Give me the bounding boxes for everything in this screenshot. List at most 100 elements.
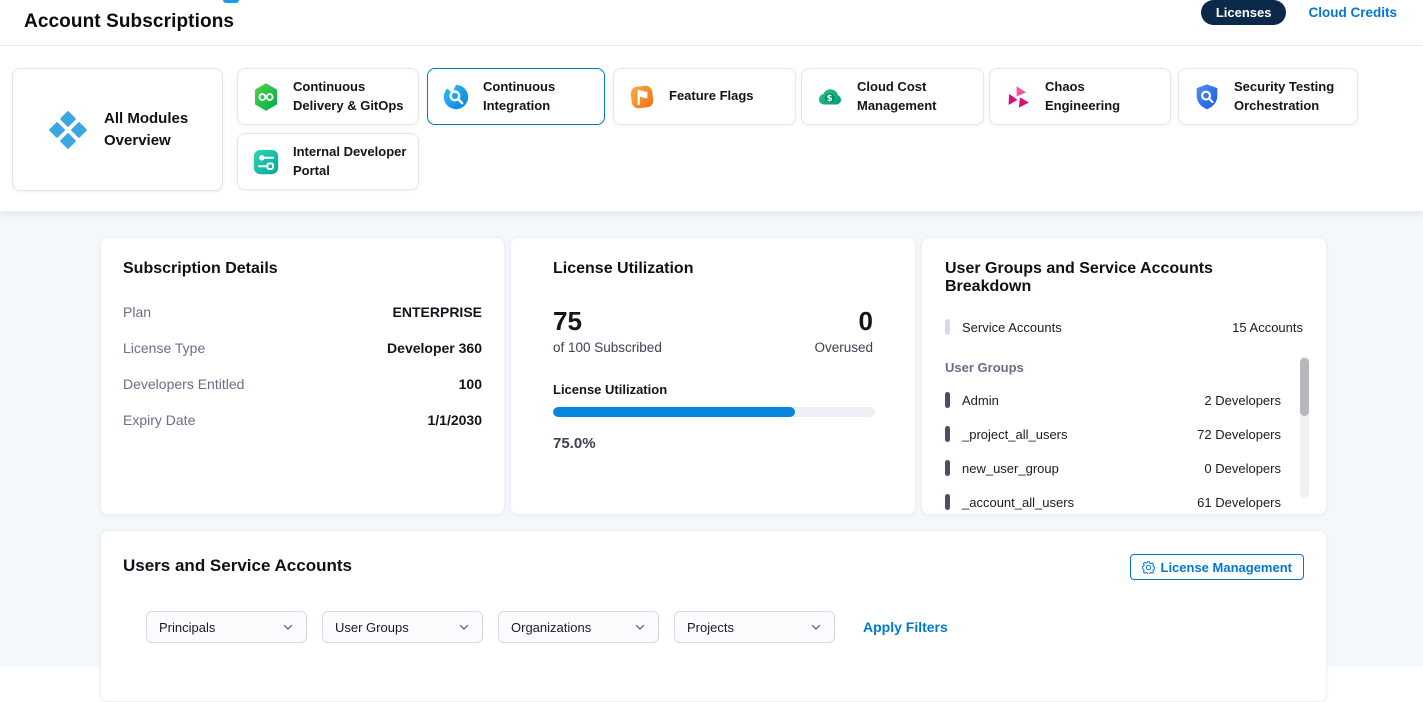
service-accounts-marker (945, 319, 950, 335)
chevron-down-icon (810, 621, 822, 633)
module-label: Security Testing Orchestration (1234, 78, 1347, 114)
module-label: Feature Flags (669, 87, 754, 105)
license-utilization-card: License Utilization 75 of 100 Subscribed… (510, 237, 916, 515)
dropdown-label: Principals (159, 620, 215, 635)
module-card-ci[interactable]: Continuous Integration (427, 68, 605, 125)
group-row: new_user_group 0 Developers (945, 459, 1303, 477)
user-groups-heading: User Groups (945, 360, 1303, 375)
module-card-ccm[interactable]: $ Cloud Cost Management (801, 68, 984, 125)
detail-value: 1/1/2030 (428, 410, 483, 430)
main-content: Subscription Details Plan ENTERPRISE Lic… (0, 212, 1423, 666)
dropdown-label: User Groups (335, 620, 409, 635)
service-accounts-row: Service Accounts 15 Accounts (945, 318, 1303, 336)
module-card-sto[interactable]: Security Testing Orchestration (1178, 68, 1358, 125)
header-tabs: Licenses Cloud Credits (1201, 0, 1397, 24)
projects-dropdown[interactable]: Projects (674, 611, 835, 643)
detail-label: Developers Entitled (123, 374, 244, 394)
users-section-title: Users and Service Accounts (123, 556, 352, 576)
subscribed-caption: of 100 Subscribed (553, 340, 662, 355)
group-value: 72 Developers (1197, 427, 1303, 442)
detail-row-license-type: License Type Developer 360 (123, 338, 482, 358)
group-label: _project_all_users (962, 427, 1068, 442)
gear-icon (1142, 561, 1155, 574)
module-label: Continuous Integration (483, 78, 594, 114)
breakdown-card: User Groups and Service Accounts Breakdo… (921, 237, 1327, 515)
license-utilization-title: License Utilization (553, 260, 693, 278)
group-value: 2 Developers (1204, 393, 1303, 408)
users-service-accounts-card: Users and Service Accounts License Manag… (100, 530, 1327, 702)
group-value: 61 Developers (1197, 495, 1303, 510)
security-testing-icon (1192, 82, 1222, 112)
module-label: Continuous Delivery & GitOps (293, 78, 408, 114)
detail-label: Plan (123, 302, 151, 322)
organizations-dropdown[interactable]: Organizations (498, 611, 659, 643)
module-card-feature-flags[interactable]: Feature Flags (613, 68, 796, 125)
subscription-details-card: Subscription Details Plan ENTERPRISE Lic… (100, 237, 505, 515)
detail-row-plan: Plan ENTERPRISE (123, 302, 482, 322)
group-marker (945, 494, 950, 510)
group-row: _project_all_users 72 Developers (945, 425, 1303, 443)
overused-caption: Overused (814, 340, 873, 355)
utilization-bar-label: License Utilization (553, 382, 667, 397)
module-label: Cloud Cost Management (857, 78, 973, 114)
detail-label: License Type (123, 338, 205, 358)
utilization-percent: 75.0% (553, 435, 596, 452)
principals-dropdown[interactable]: Principals (146, 611, 307, 643)
cloud-credits-tab[interactable]: Cloud Credits (1308, 5, 1397, 20)
group-marker (945, 392, 950, 408)
license-management-button[interactable]: License Management (1130, 554, 1305, 580)
detail-value: Developer 360 (387, 338, 482, 358)
cloud-cost-icon: $ (815, 82, 845, 112)
group-label: Admin (962, 393, 999, 408)
ci-icon (441, 82, 471, 112)
dropdown-label: Projects (687, 620, 734, 635)
module-card-idp[interactable]: Internal Developer Portal (237, 133, 419, 190)
subscribed-count: 75 (553, 306, 582, 337)
detail-value: 100 (459, 374, 482, 394)
group-label: new_user_group (962, 461, 1059, 476)
detail-row-expiry-date: Expiry Date 1/1/2030 (123, 410, 482, 430)
user-groups-dropdown[interactable]: User Groups (322, 611, 483, 643)
filters-row: Principals User Groups Organizations Pro… (146, 611, 948, 643)
all-modules-overview-label: All Modules Overview (104, 108, 190, 152)
service-accounts-value: 15 Accounts (1232, 320, 1303, 335)
module-card-cd-gitops[interactable]: Continuous Delivery & GitOps (237, 68, 419, 125)
apply-filters-link[interactable]: Apply Filters (863, 619, 948, 635)
overused-count: 0 (859, 306, 873, 337)
chevron-down-icon (282, 621, 294, 633)
cd-gitops-icon (251, 82, 281, 112)
page-header: Account Subscriptions Licenses Cloud Cre… (0, 0, 1423, 46)
module-card-chaos[interactable]: Chaos Engineering (989, 68, 1171, 125)
module-selector-bar: All Modules Overview Continuous Delivery… (0, 46, 1423, 212)
breakdown-scrollbar-track[interactable] (1300, 356, 1309, 498)
license-management-label: License Management (1161, 560, 1293, 575)
detail-value: ENTERPRISE (393, 302, 482, 322)
dropdown-label: Organizations (511, 620, 591, 635)
module-label: Internal Developer Portal (293, 143, 408, 179)
group-row: _account_all_users 61 Developers (945, 493, 1303, 511)
module-label: Chaos Engineering (1045, 78, 1160, 114)
all-modules-overview-card[interactable]: All Modules Overview (12, 68, 223, 191)
group-marker (945, 460, 950, 476)
all-modules-icon (45, 107, 91, 153)
svg-text:$: $ (827, 94, 833, 104)
page-title: Account Subscriptions (24, 11, 234, 33)
group-value: 0 Developers (1204, 461, 1303, 476)
group-marker (945, 426, 950, 442)
licenses-tab[interactable]: Licenses (1201, 0, 1287, 25)
detail-row-developers-entitled: Developers Entitled 100 (123, 374, 482, 394)
chaos-engineering-icon (1003, 82, 1033, 112)
clipped-top-element (223, 0, 239, 3)
group-label: _account_all_users (962, 495, 1074, 510)
group-row: Admin 2 Developers (945, 391, 1303, 409)
feature-flags-icon (627, 82, 657, 112)
breakdown-scrollbar-thumb[interactable] (1300, 358, 1309, 416)
utilization-bar-track (553, 407, 875, 417)
subscription-details-title: Subscription Details (123, 260, 482, 278)
breakdown-title: User Groups and Service Accounts Breakdo… (945, 260, 1303, 296)
chevron-down-icon (634, 621, 646, 633)
utilization-bar-fill (553, 407, 795, 417)
chevron-down-icon (458, 621, 470, 633)
internal-developer-portal-icon (251, 147, 281, 177)
detail-label: Expiry Date (123, 410, 195, 430)
